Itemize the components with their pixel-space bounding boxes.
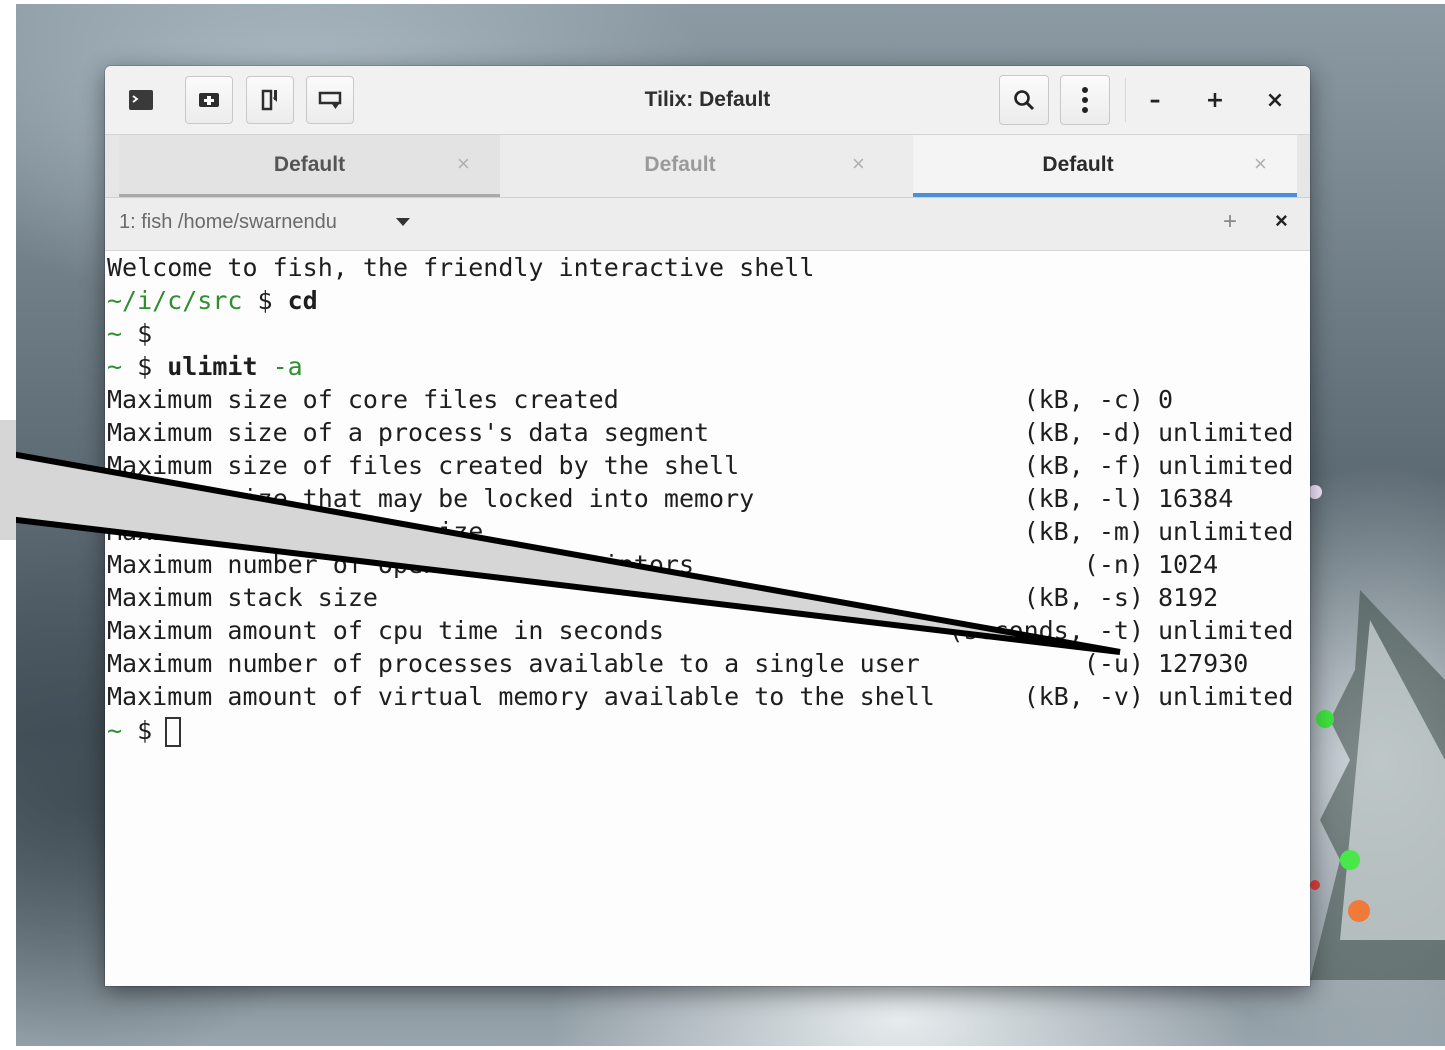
- add-terminal-icon: [199, 93, 219, 107]
- frame-border-bottom: [0, 1046, 1445, 1050]
- limit-desc: Maximum size of core files created: [107, 385, 619, 414]
- limit-value: unlimited: [1158, 418, 1294, 447]
- limit-value: unlimited: [1158, 682, 1294, 711]
- tab-label: Default: [644, 153, 716, 176]
- terminal-title[interactable]: 1: fish /home/swarnendu: [119, 211, 337, 234]
- limit-value: 16384: [1158, 484, 1234, 513]
- chevron-down-icon[interactable]: [395, 217, 411, 227]
- prompt-symbol: $: [122, 716, 168, 745]
- prompt-path: ~/i/c/src: [107, 286, 243, 315]
- limit-value: 127930: [1158, 649, 1249, 678]
- prompt-line: ~ $: [107, 714, 167, 747]
- limit-value: 8192: [1158, 583, 1219, 612]
- close-terminal-icon[interactable]: ×: [1275, 208, 1288, 234]
- prompt-symbol: $: [242, 286, 288, 315]
- frame-border-left: [0, 0, 16, 1050]
- green-light-icon: [1340, 850, 1360, 870]
- limit-unit: (kB, -v): [1023, 682, 1144, 711]
- limit-unit: (kB, -f): [1023, 451, 1144, 480]
- command-arg: -a: [257, 352, 303, 381]
- tab-close-icon[interactable]: ×: [457, 151, 470, 177]
- prompt-path: ~: [107, 716, 123, 745]
- split-down-icon: [318, 91, 342, 109]
- limit-unit: (kB, -m): [1023, 517, 1144, 546]
- tab-close-icon[interactable]: ×: [852, 151, 865, 177]
- tab-default-1[interactable]: Default ×: [119, 135, 500, 197]
- limit-desc: Maximum size that may be locked into mem…: [107, 484, 755, 513]
- window-title: Tilix: Default: [644, 88, 771, 111]
- frame-border-top: [0, 0, 1445, 4]
- limit-unit: (kB, -l): [1023, 484, 1144, 513]
- tab-close-icon[interactable]: ×: [1254, 151, 1267, 177]
- limit-value: unlimited: [1158, 616, 1294, 645]
- limit-value: 1024: [1158, 550, 1219, 579]
- add-terminal-down-button[interactable]: [306, 76, 354, 124]
- tab-underline: [119, 194, 500, 197]
- limit-unit: (kB, -d): [1023, 418, 1144, 447]
- prompt-line: ~ $ ulimit -a: [107, 350, 303, 383]
- maximize-button[interactable]: +: [1195, 80, 1235, 120]
- vertical-dots-icon: [1082, 87, 1088, 113]
- limit-unit: (-u): [1083, 649, 1144, 678]
- limit-desc: Maximum number of open file descriptors: [107, 550, 694, 579]
- tab-default-3[interactable]: Default ×: [913, 135, 1297, 197]
- green-light-icon: [1316, 710, 1334, 728]
- prompt-line: ~/i/c/src $ cd: [107, 284, 318, 317]
- tree-icon: [1310, 590, 1445, 980]
- limit-unit: (seconds, -t): [948, 616, 1144, 645]
- prompt-symbol: $: [122, 319, 153, 348]
- tab-active-underline: [913, 193, 1297, 197]
- limit-value: unlimited: [1158, 517, 1294, 546]
- tab-label: Default: [1042, 153, 1114, 176]
- limit-value: 0: [1158, 385, 1174, 414]
- tab-bar: Default × Default × Default ×: [105, 135, 1310, 198]
- limit-desc: Maximum number of processes available to…: [107, 649, 920, 678]
- limit-desc: Maximum stack size: [107, 583, 378, 612]
- split-right-icon: [261, 89, 277, 111]
- prompt-line: ~ $: [107, 317, 152, 350]
- welcome-line: Welcome to fish, the friendly interactiv…: [107, 253, 815, 282]
- terminal-title-bar: 1: fish /home/swarnendu + ×: [105, 198, 1310, 251]
- terminal-output[interactable]: Welcome to fish, the friendly interactiv…: [105, 251, 1310, 986]
- add-terminal-icon[interactable]: +: [1223, 208, 1237, 236]
- text-cursor: [165, 717, 181, 747]
- close-button[interactable]: ×: [1255, 80, 1295, 120]
- limit-unit: (-n): [1083, 550, 1144, 579]
- add-terminal-button[interactable]: [185, 76, 233, 124]
- tab-default-2[interactable]: Default ×: [500, 135, 913, 197]
- terminal-window: Tilix: Default – + × Default × Default ×…: [105, 66, 1310, 986]
- christmas-tree-decoration: [1300, 485, 1445, 980]
- title-bar: Tilix: Default – + ×: [105, 66, 1310, 135]
- command: cd: [287, 286, 318, 315]
- minimize-button[interactable]: –: [1135, 80, 1175, 120]
- limit-value: unlimited: [1158, 451, 1294, 480]
- white-light-icon: [1308, 485, 1322, 499]
- command: ulimit: [167, 352, 258, 381]
- limit-desc: Maximum size of a process's data segment: [107, 418, 710, 447]
- titlebar-separator: [1125, 78, 1126, 122]
- search-icon: [1014, 90, 1035, 111]
- limit-unit: (kB, -s): [1023, 583, 1144, 612]
- limit-unit: (kB, -c): [1023, 385, 1144, 414]
- orange-light-icon: [1348, 900, 1370, 922]
- prompt-path: ~: [107, 352, 123, 381]
- limit-desc: Maximum amount of cpu time in seconds: [107, 616, 664, 645]
- tab-label: Default: [273, 153, 346, 176]
- limit-desc: Maximum size of files created by the she…: [107, 451, 740, 480]
- red-light-icon: [1310, 880, 1320, 890]
- menu-button[interactable]: [1060, 75, 1110, 125]
- limit-desc: Maximum amount of virtual memory availab…: [107, 682, 935, 711]
- search-button[interactable]: [999, 75, 1049, 125]
- limit-desc: Maximum resident set size: [107, 517, 484, 546]
- terminal-app-icon[interactable]: [117, 76, 165, 124]
- add-terminal-right-button[interactable]: [246, 76, 294, 124]
- prompt-path: ~: [107, 319, 123, 348]
- prompt-symbol: $: [122, 352, 168, 381]
